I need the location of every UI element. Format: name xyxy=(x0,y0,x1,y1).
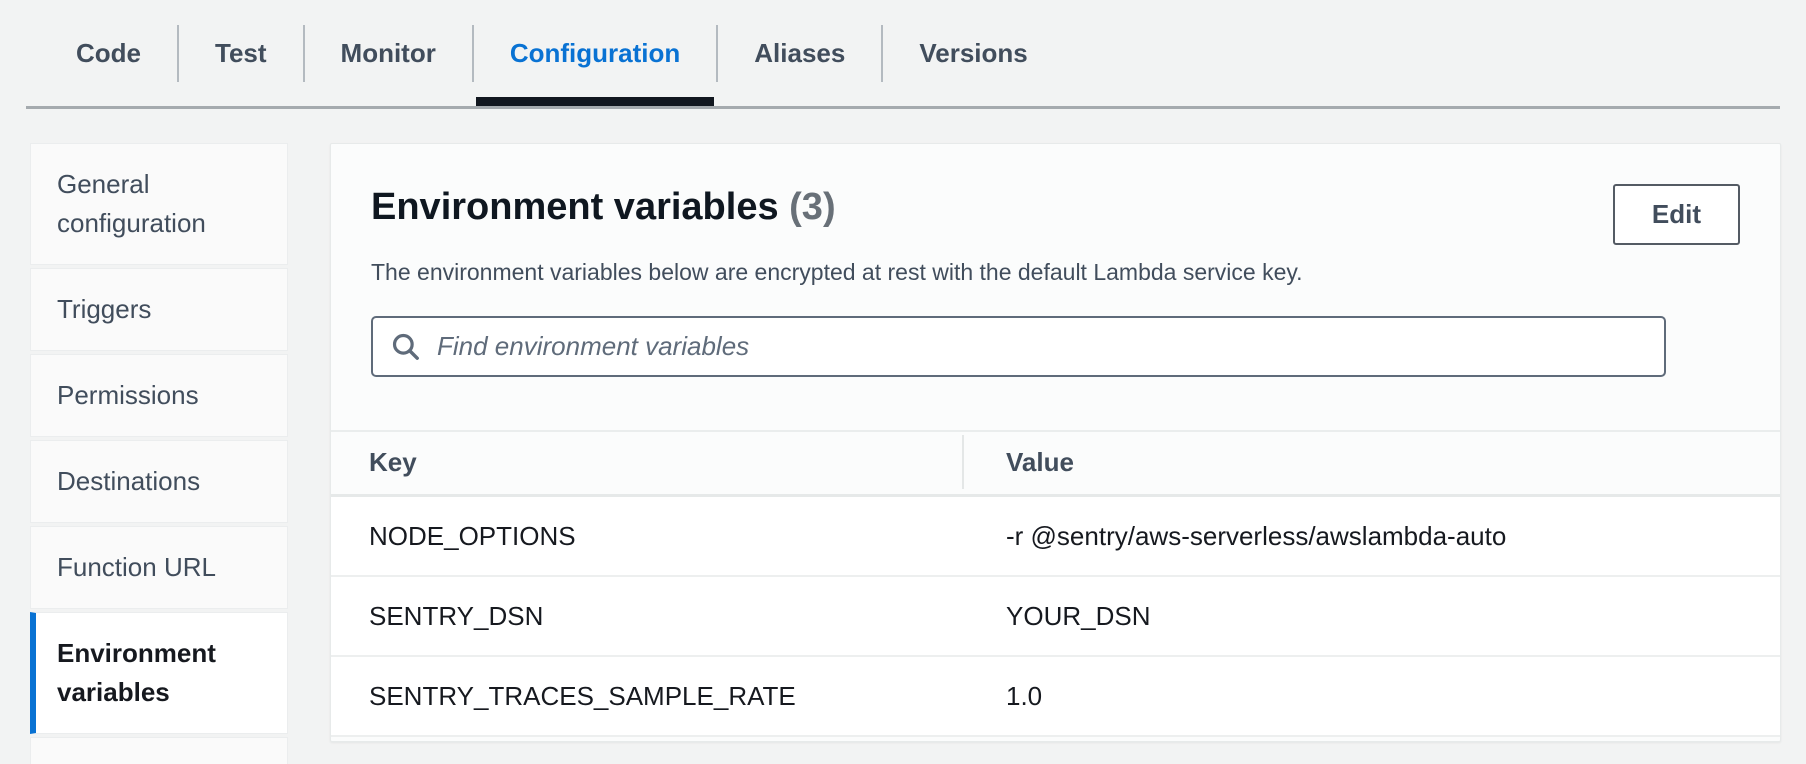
table-row: SENTRY_TRACES_SAMPLE_RATE 1.0 xyxy=(331,657,1780,737)
panel-description: The environment variables below are encr… xyxy=(331,259,1780,286)
env-var-value: YOUR_DSN xyxy=(962,601,1780,632)
search-box[interactable] xyxy=(371,316,1666,377)
environment-variables-table: Key Value NODE_OPTIONS -r @sentry/aws-se… xyxy=(331,430,1780,737)
function-tab-bar: Code Test Monitor Configuration Aliases … xyxy=(0,0,1806,109)
sidebar-item-environment-variables[interactable]: Environment variables xyxy=(30,612,288,734)
sidebar-item-permissions[interactable]: Permissions xyxy=(30,354,288,437)
page-title-text: Environment variables xyxy=(371,186,779,228)
column-header-value: Value xyxy=(962,447,1780,478)
table-row: NODE_OPTIONS -r @sentry/aws-serverless/a… xyxy=(331,497,1780,577)
env-var-value: -r @sentry/aws-serverless/awslambda-auto xyxy=(962,521,1780,552)
sidebar-item-destinations[interactable]: Destinations xyxy=(30,440,288,523)
configuration-sidebar: General configuration Triggers Permissio… xyxy=(30,143,288,764)
page-title: Environment variables (3) xyxy=(371,184,836,230)
sidebar-item-tags[interactable]: Tags xyxy=(30,737,288,764)
column-divider xyxy=(962,435,964,489)
tab-versions[interactable]: Versions xyxy=(883,0,1063,106)
tab-code[interactable]: Code xyxy=(40,0,177,106)
sidebar-item-function-url[interactable]: Function URL xyxy=(30,526,288,609)
tab-configuration[interactable]: Configuration xyxy=(474,0,716,106)
environment-variables-panel: Environment variables (3) Edit The envir… xyxy=(330,143,1781,742)
env-var-key: NODE_OPTIONS xyxy=(331,521,962,552)
column-header-key: Key xyxy=(331,447,962,478)
sidebar-item-triggers[interactable]: Triggers xyxy=(30,268,288,351)
search-icon xyxy=(390,331,422,363)
table-header-row: Key Value xyxy=(331,432,1780,497)
tab-aliases[interactable]: Aliases xyxy=(718,0,881,106)
env-var-key: SENTRY_DSN xyxy=(331,601,962,632)
tab-monitor[interactable]: Monitor xyxy=(305,0,472,106)
table-row: SENTRY_DSN YOUR_DSN xyxy=(331,577,1780,657)
env-var-key: SENTRY_TRACES_SAMPLE_RATE xyxy=(331,681,962,712)
edit-button[interactable]: Edit xyxy=(1613,184,1740,245)
tab-test[interactable]: Test xyxy=(179,0,303,106)
search-input[interactable] xyxy=(437,331,1647,362)
tab-bar-rule xyxy=(26,106,1780,109)
sidebar-item-general-configuration[interactable]: General configuration xyxy=(30,143,288,265)
item-count-badge: (3) xyxy=(789,186,835,228)
env-var-value: 1.0 xyxy=(962,681,1780,712)
